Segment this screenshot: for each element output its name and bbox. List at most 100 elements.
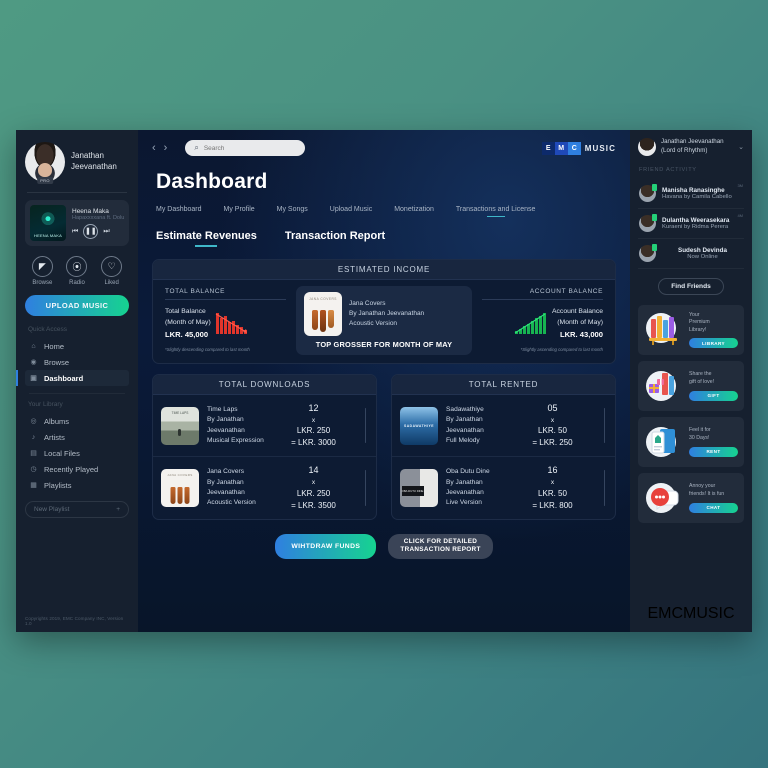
- subtab-estimate-revenues[interactable]: Estimate Revenues: [156, 230, 257, 247]
- track-calculation: 16 x LKR. 50 = LKR. 800: [512, 464, 594, 511]
- panel-scrollbar[interactable]: [603, 408, 605, 444]
- stats-columns: TOTAL DOWNLOADS TIME LAPS Time Laps By J…: [152, 374, 616, 520]
- next-icon[interactable]: ⏭: [103, 228, 109, 235]
- logo-letter-e: E: [647, 605, 659, 622]
- panel-scrollbar[interactable]: [364, 470, 366, 506]
- logo-letter-c: C: [671, 605, 683, 622]
- list-item[interactable]: Dulantha Weerasekara Kuraeni by Ridma Pe…: [638, 209, 744, 239]
- page-title: Dashboard: [156, 170, 268, 193]
- tab-my-dashboard[interactable]: My Dashboard: [156, 206, 202, 217]
- sidebar-item-albums[interactable]: ◎ Albums: [25, 413, 129, 429]
- track-version: Live Version: [446, 499, 482, 507]
- logo-word: MUSIC: [683, 605, 735, 622]
- new-playlist-label: New Playlist: [34, 506, 70, 513]
- sidebar-item-artists-label: Artists: [44, 432, 65, 442]
- now-playing-info: Heena Maka Hapaxxxxana ft. Doluy ⏮ ❚❚ ⏭: [72, 208, 124, 239]
- track-unit-price: LKR. 50: [538, 488, 567, 498]
- quick-liked[interactable]: ♡ Liked: [101, 256, 123, 286]
- tab-my-songs[interactable]: My Songs: [277, 206, 308, 217]
- promo-text: Share the gift of love! GIFT: [689, 371, 738, 401]
- pause-icon[interactable]: ❚❚: [83, 223, 99, 239]
- promo-card-library[interactable]: Your Premium Library! LIBRARY: [638, 305, 744, 355]
- quick-liked-label: Liked: [104, 280, 119, 286]
- upload-music-button[interactable]: UPLOAD MUSIC: [25, 295, 129, 316]
- estimated-income-body: TOTAL BALANCE Total Balance (Month of Ma…: [153, 280, 615, 363]
- detailed-report-button[interactable]: CLICK FOR DETAILED TRANSACTION REPORT: [388, 533, 493, 559]
- table-row[interactable]: TIME LAPS Time Laps By Janathan Jeevanat…: [153, 395, 376, 458]
- tab-monetization[interactable]: Monetization: [394, 206, 434, 217]
- promo-card-chat[interactable]: Annoy your friends! It is fun CHAT: [638, 473, 744, 523]
- search-box[interactable]: ⌕: [185, 140, 306, 156]
- search-icon: ⌕: [194, 143, 199, 152]
- thumbnail-caption: OBA DUTU DINE: [401, 485, 424, 496]
- search-input[interactable]: [203, 144, 297, 152]
- logo-letter-e: E: [541, 141, 555, 155]
- thumbnail-caption: JANA COVERS: [167, 472, 193, 477]
- cover-caption: HEENA MAKA: [33, 233, 62, 238]
- sidebar-item-playlists[interactable]: ▦ Playlists: [25, 477, 129, 493]
- track-times: x: [550, 416, 555, 424]
- total-balance-rule: [165, 299, 286, 300]
- home-icon: ⌂: [31, 342, 36, 350]
- quick-browse[interactable]: ◤ Browse: [31, 256, 53, 286]
- track-info: Sadawathiye By Janathan Jeevanathan Full…: [446, 405, 504, 446]
- sidebar-item-local-files[interactable]: ▤ Local Files: [25, 445, 129, 461]
- table-row[interactable]: SADAWATHIYE Sadawathiye By Janathan Jeev…: [392, 395, 615, 458]
- chat-button[interactable]: CHAT: [689, 502, 738, 513]
- sidebar-item-dashboard[interactable]: ▣ Dashboard: [16, 370, 129, 386]
- logo-letter-m: M: [554, 141, 568, 155]
- total-balance-lines: Total Balance (Month of May) LKR. 45,000: [165, 307, 211, 341]
- back-icon[interactable]: ‹: [152, 142, 156, 154]
- promo-line2: gift of love!: [689, 379, 715, 385]
- total-balance-line2: (Month of May): [165, 318, 211, 326]
- gift-button[interactable]: GIFT: [689, 390, 738, 401]
- forward-icon[interactable]: ›: [164, 142, 168, 154]
- total-balance-title: TOTAL BALANCE: [165, 288, 226, 295]
- descending-bar-chart: [215, 312, 247, 334]
- current-user[interactable]: Janathan Jeevanathan (Lord of Rhythm) ⌄: [638, 138, 744, 156]
- tab-upload-music[interactable]: Upload Music: [330, 206, 372, 217]
- table-row[interactable]: OBA DUTU DINE Oba Dutu Dine By Janathan …: [392, 457, 615, 518]
- quick-radio[interactable]: ⦿ Radio: [66, 256, 88, 286]
- radio-icon: ⦿: [66, 256, 88, 277]
- left-sidebar: PRO Janathan Jeevanathan HEENA MAKA Heena…: [16, 130, 138, 632]
- withdraw-funds-button[interactable]: WIHTDRAW FUNDS: [275, 533, 377, 559]
- sidebar-item-browse-label: Browse: [44, 357, 70, 367]
- subtab-transaction-report[interactable]: Transaction Report: [285, 230, 385, 247]
- user-profile[interactable]: PRO Janathan Jeevanathan: [25, 138, 129, 190]
- total-rented-panel: TOTAL RENTED SADAWATHIYE Sadawathiye By …: [391, 374, 616, 520]
- find-friends-button[interactable]: Find Friends: [658, 278, 724, 295]
- panel-scrollbar[interactable]: [603, 470, 605, 506]
- promo-line1: Feel it for: [689, 427, 711, 434]
- top-grosser-version: Acoustic Version: [349, 320, 398, 328]
- sidebar-item-recently-played[interactable]: ◷ Recently Played: [25, 461, 129, 477]
- sidebar-item-artists[interactable]: ♪ Artists: [25, 429, 129, 445]
- rent-button[interactable]: RENT: [689, 446, 738, 457]
- tab-my-profile[interactable]: My Profile: [224, 206, 255, 217]
- promo-card-gift[interactable]: Share the gift of love! GIFT: [638, 361, 744, 411]
- sidebar-item-dashboard-label: Dashboard: [44, 373, 84, 383]
- plus-icon: +: [116, 506, 120, 513]
- list-item[interactable]: Sudesh Devinda Now Online: [638, 239, 744, 269]
- promo-text: Annoy your friends! It is fun CHAT: [689, 483, 738, 513]
- sidebar-item-browse[interactable]: ◉ Browse: [25, 354, 129, 370]
- document-icon: [646, 427, 676, 457]
- library-button[interactable]: LIBRARY: [689, 338, 738, 349]
- avatar: PRO: [25, 142, 65, 184]
- previous-icon[interactable]: ⏮: [72, 228, 78, 235]
- track-count: 14: [308, 465, 319, 476]
- account-balance-line2: (Month of May): [557, 318, 603, 326]
- chevron-down-icon[interactable]: ⌄: [738, 143, 744, 151]
- track-title: Oba Dutu Dine: [446, 468, 490, 476]
- quick-radio-label: Radio: [69, 280, 85, 286]
- new-playlist-button[interactable]: New Playlist +: [25, 501, 129, 518]
- top-grosser-card[interactable]: JANA COVERS Jana Covers By Janathan Jeev…: [296, 286, 472, 355]
- panel-scrollbar[interactable]: [364, 408, 366, 444]
- sidebar-item-home[interactable]: ⌂ Home: [25, 338, 129, 354]
- tab-transactions-and-license[interactable]: Transactions and License: [456, 206, 536, 217]
- list-item[interactable]: Manisha Ranasinghe Havana by Camila Cabe…: [638, 179, 744, 209]
- table-row[interactable]: JANA COVERS Jana Covers By Janathan Jeev…: [153, 457, 376, 518]
- promo-card-rent[interactable]: Feel it for 30 Days! RENT: [638, 417, 744, 467]
- estimated-income-panel: ESTIMATED INCOME TOTAL BALANCE Total Bal…: [152, 259, 616, 364]
- folder-icon: ▤: [30, 450, 37, 457]
